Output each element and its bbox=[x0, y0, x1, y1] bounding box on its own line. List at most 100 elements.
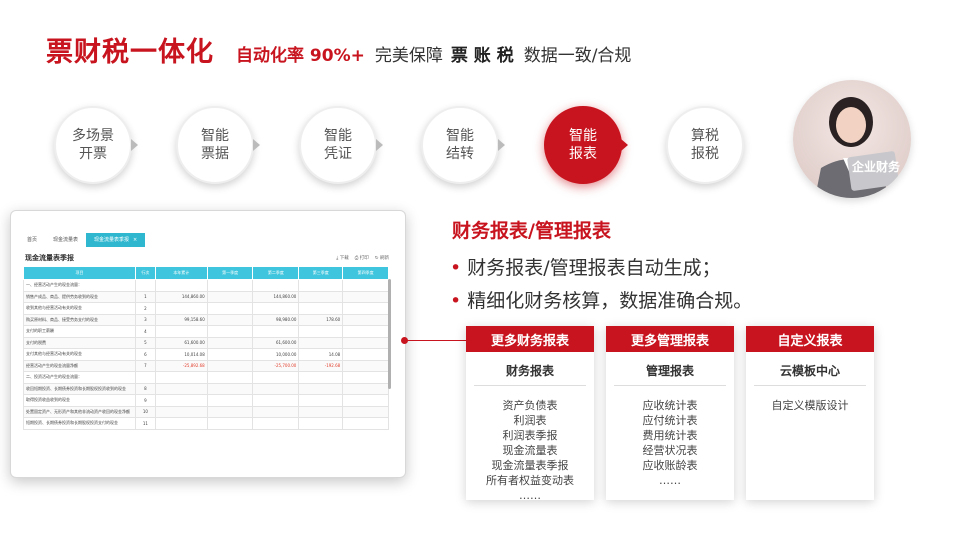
card-list-item[interactable]: 资产负债表 bbox=[466, 398, 594, 413]
table-cell: 购买原材料、商品、接受劳务支付的现金 bbox=[23, 313, 136, 326]
table-cell bbox=[252, 302, 300, 315]
card-items: 资产负债表 利润表 利润表季报 现金流量表 现金流量表季报 所有者权益变动表…… bbox=[466, 398, 594, 503]
close-icon[interactable]: × bbox=[133, 237, 137, 243]
page-title: 票财税一体化 bbox=[46, 37, 214, 68]
table-cell bbox=[252, 417, 300, 430]
bullet-text: 精细化财务核算，数据准确合规。 bbox=[467, 290, 753, 312]
custom-reports-card: 自定义报表 云模板中心 自定义模版设计 bbox=[746, 326, 874, 500]
consistency-text: 数据一致/合规 bbox=[523, 46, 632, 66]
table-cell bbox=[206, 336, 254, 349]
step-invoicing[interactable]: 多场景 开票 bbox=[54, 106, 138, 184]
step-smart-closing[interactable]: 智能 结转 bbox=[421, 106, 505, 184]
card-list-item[interactable]: 费用统计表 bbox=[606, 428, 734, 443]
card-list-item[interactable]: 所有者权益变动表 bbox=[466, 473, 594, 488]
table-cell: 144,860.00 bbox=[154, 290, 208, 303]
bullet-text: 财务报表/管理报表自动生成； bbox=[467, 257, 721, 279]
table-cell bbox=[206, 302, 254, 315]
step-smart-reports[interactable]: 智能 报表 bbox=[544, 106, 628, 184]
card-list-item[interactable]: 应收统计表 bbox=[606, 398, 734, 413]
table-cell bbox=[342, 359, 389, 372]
table-cell: 处置固定资产、无形资产和其他非流动资产收回的现金净额 bbox=[23, 405, 136, 418]
arrow-right-icon bbox=[253, 139, 260, 151]
tab-label: 现金流量表季报 bbox=[94, 237, 130, 243]
table-cell bbox=[342, 394, 389, 407]
table-cell bbox=[342, 336, 389, 349]
download-button[interactable]: ⤓ 下载 bbox=[336, 255, 348, 261]
step-label: 结转 bbox=[446, 146, 474, 162]
step-label: 智能 bbox=[324, 128, 352, 144]
card-list-item[interactable]: …… bbox=[466, 488, 594, 503]
bill-account-tax-text: 票 账 税 bbox=[450, 46, 514, 66]
table-cell: -25,700.00 bbox=[252, 359, 300, 372]
arrow-right-icon bbox=[498, 139, 505, 151]
table-cell bbox=[206, 348, 254, 361]
table-cell bbox=[206, 313, 254, 326]
financial-reports-card: 更多财务报表 财务报表 资产负债表 利润表 利润表季报 现金流量表 现金流量表季报 所有者… bbox=[466, 326, 594, 503]
tab-cash-flow-quarterly[interactable]: 现金流量表季报 × bbox=[86, 233, 146, 247]
table-cell bbox=[154, 417, 208, 430]
table-cell: 支付的税费 bbox=[23, 336, 136, 349]
table-row: 收到其他与经营活动有关的现金 2 bbox=[23, 302, 389, 315]
column-header: 第二季度 bbox=[252, 266, 300, 280]
table-cell bbox=[298, 302, 344, 315]
card-list-item[interactable]: 经营状况表 bbox=[606, 443, 734, 458]
card-list-item[interactable]: 现金流量表季报 bbox=[466, 458, 594, 473]
step-label: 凭证 bbox=[324, 146, 352, 162]
column-header: 第三季度 bbox=[298, 266, 344, 280]
card-list-item[interactable]: 应付统计表 bbox=[606, 413, 734, 428]
connector-dot bbox=[401, 337, 408, 344]
step-label: 智能 bbox=[201, 128, 229, 144]
tab-home[interactable]: 首页 bbox=[19, 233, 45, 247]
step-smart-vouchers[interactable]: 智能 凭证 bbox=[299, 106, 383, 184]
card-list-item[interactable]: 现金流量表 bbox=[466, 443, 594, 458]
step-smart-bills[interactable]: 智能 票据 bbox=[176, 106, 260, 184]
table-cell bbox=[342, 405, 389, 418]
table-cell: 7 bbox=[134, 359, 156, 372]
table-cell bbox=[298, 290, 344, 303]
table-cell bbox=[342, 417, 389, 430]
step-label: 算税 bbox=[691, 128, 719, 144]
table-cell bbox=[298, 382, 344, 395]
table-cell bbox=[342, 348, 389, 361]
card-list-item[interactable]: 利润表季报 bbox=[466, 428, 594, 443]
column-header: 行次 bbox=[134, 266, 156, 280]
table-cell bbox=[298, 371, 344, 384]
card-list-item[interactable]: …… bbox=[606, 473, 734, 488]
step-label: 票据 bbox=[201, 146, 229, 162]
column-header: 第四季度 bbox=[342, 266, 389, 280]
step-label: 智能 bbox=[446, 128, 474, 144]
table-cell bbox=[206, 325, 254, 338]
card-items: 自定义模版设计 bbox=[746, 398, 874, 413]
table-cell: 10 bbox=[134, 405, 156, 418]
table-cell: 10,000.00 bbox=[252, 348, 300, 361]
download-label: 下载 bbox=[339, 256, 349, 261]
print-button[interactable]: ⎙ 打印 bbox=[355, 255, 369, 261]
table-row: 购买原材料、商品、接受劳务支付的现金 3 99,158.60 98,980.00 178… bbox=[23, 313, 389, 326]
arrow-right-icon bbox=[131, 139, 138, 151]
table-row: 支付的税费 5 61,600.00 61,600.00 bbox=[23, 336, 389, 349]
table-cell: 5 bbox=[134, 336, 156, 349]
card-list-item[interactable]: 自定义模版设计 bbox=[746, 398, 874, 413]
table-row: 取得投资收益收到的现金 9 bbox=[23, 394, 389, 407]
card-header[interactable]: 更多管理报表 bbox=[606, 326, 734, 352]
card-list-item[interactable]: 利润表 bbox=[466, 413, 594, 428]
step-tax-filing[interactable]: 算税 报税 bbox=[666, 106, 744, 184]
table-cell: 经营活动产生的现金流量净额 bbox=[23, 359, 136, 372]
tab-cash-flow[interactable]: 现金流量表 bbox=[45, 233, 86, 247]
management-reports-card: 更多管理报表 管理报表 应收统计表 应付统计表 费用统计表 经营状况表 应收账龄表…… bbox=[606, 326, 734, 500]
card-list-item[interactable]: 应收账龄表 bbox=[606, 458, 734, 473]
column-header: 第一季度 bbox=[206, 266, 254, 280]
card-header[interactable]: 自定义报表 bbox=[746, 326, 874, 352]
table-cell bbox=[252, 405, 300, 418]
table-cell: 144,860.00 bbox=[252, 290, 300, 303]
table-cell: 9 bbox=[134, 394, 156, 407]
table-cell: 6 bbox=[134, 348, 156, 361]
table-cell: -25,892.68 bbox=[154, 359, 208, 372]
table-row: 处置固定资产、无形资产和其他非流动资产收回的现金净额 10 bbox=[23, 405, 389, 418]
table-cell: 短期投资、长期债券投资和长期股权投资支付的现金 bbox=[23, 417, 136, 430]
refresh-button[interactable]: ↻ 刷新 bbox=[375, 255, 389, 261]
table-scrollbar[interactable] bbox=[388, 279, 391, 389]
card-header[interactable]: 更多财务报表 bbox=[466, 326, 594, 352]
table-cell bbox=[342, 382, 389, 395]
table-cell: 11 bbox=[134, 417, 156, 430]
